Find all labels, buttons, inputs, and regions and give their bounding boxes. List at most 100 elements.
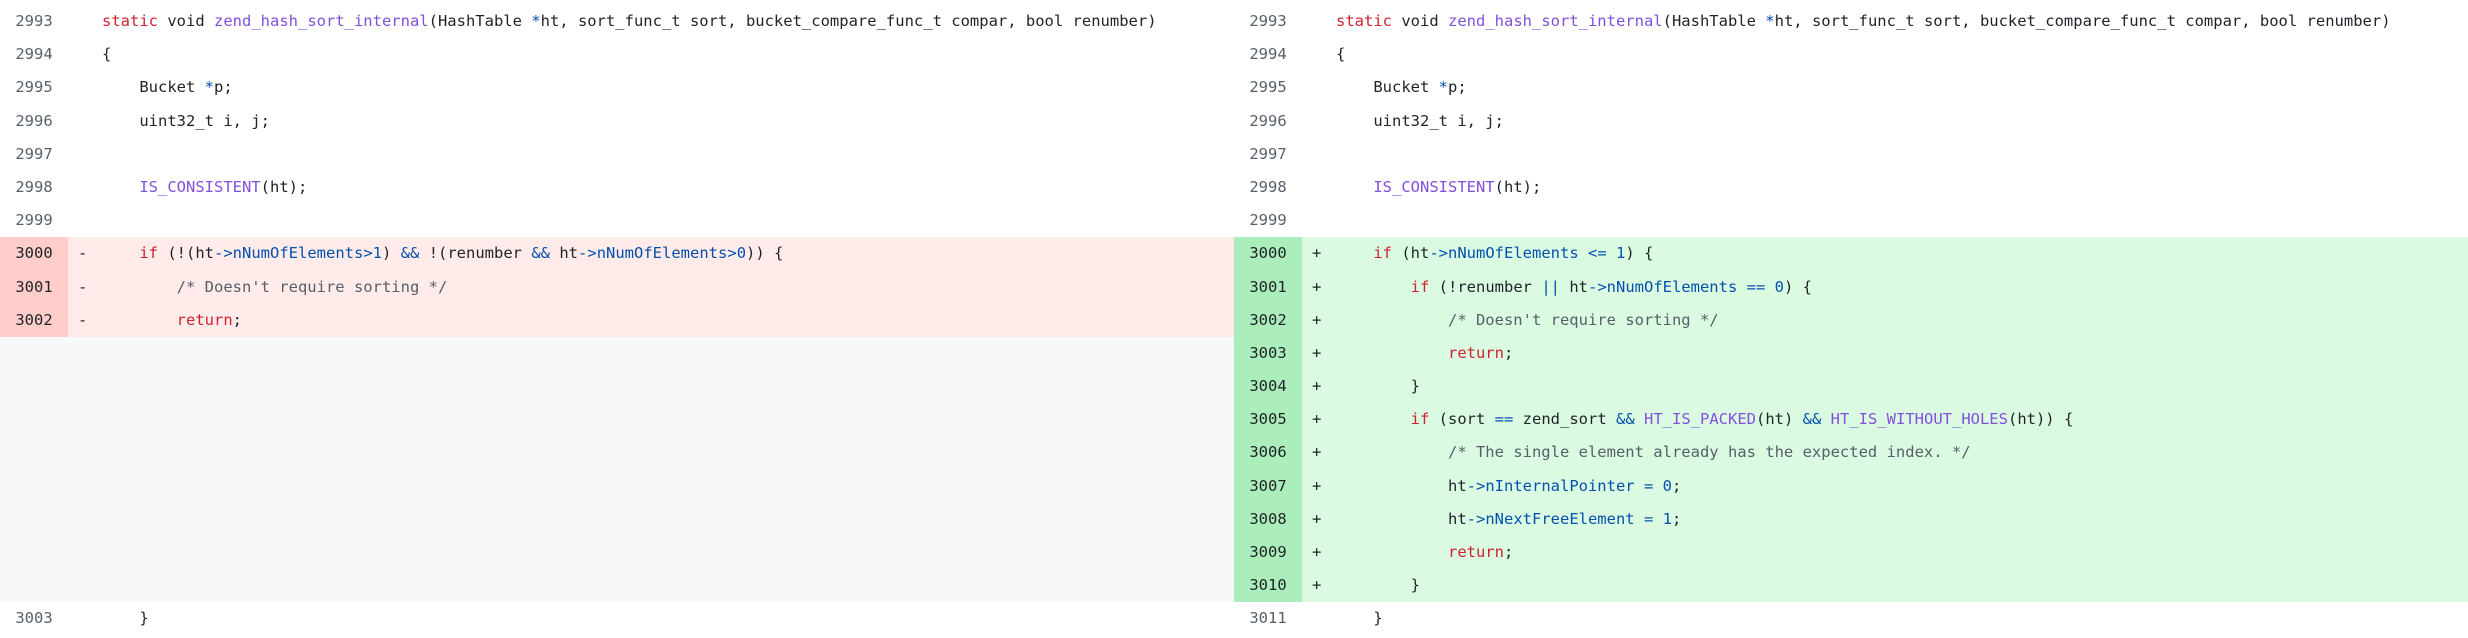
diff-marker bbox=[68, 105, 102, 138]
code-token: HT_IS_PACKED bbox=[1644, 410, 1756, 429]
code-token: } bbox=[1336, 609, 1383, 628]
code-token: -> bbox=[1466, 509, 1486, 528]
code-content bbox=[1336, 204, 2468, 237]
code-content bbox=[102, 436, 1234, 469]
diff-line: 2994 { bbox=[0, 38, 1234, 71]
code-token: ht, sort_func_t sort, bucket_compare_fun… bbox=[540, 12, 1157, 30]
line-number[interactable]: 2999 bbox=[0, 204, 68, 237]
line-number[interactable]: 2997 bbox=[0, 138, 68, 171]
line-number[interactable]: 3010 bbox=[1234, 569, 1302, 603]
line-number[interactable]: 2993 bbox=[0, 5, 68, 38]
line-number[interactable] bbox=[0, 469, 68, 503]
code-content: Bucket *p; bbox=[102, 71, 1234, 104]
line-number[interactable]: 2995 bbox=[1234, 71, 1302, 104]
line-number[interactable]: 2994 bbox=[0, 38, 68, 71]
code-token: } bbox=[102, 609, 149, 628]
diff-line: 3006 + /* The single element already has … bbox=[1234, 436, 2468, 470]
line-number[interactable]: 2995 bbox=[0, 71, 68, 104]
diff-marker: + bbox=[1312, 543, 1322, 561]
line-number[interactable]: 2996 bbox=[0, 105, 68, 138]
line-number[interactable]: 2996 bbox=[1234, 105, 1302, 138]
line-number[interactable]: 3002 bbox=[1234, 303, 1302, 337]
code-token: zend_hash_sort_internal bbox=[214, 12, 429, 30]
line-number[interactable]: 2998 bbox=[0, 171, 68, 204]
line-number[interactable]: 3006 bbox=[1234, 436, 1302, 470]
code-token: static bbox=[102, 12, 158, 30]
line-number[interactable] bbox=[0, 336, 68, 371]
line-number[interactable] bbox=[0, 370, 68, 404]
code-token: ; bbox=[1503, 343, 1514, 362]
line-number[interactable]: 2994 bbox=[1234, 38, 1302, 71]
line-number[interactable]: 3001 bbox=[1234, 270, 1302, 304]
diff-marker bbox=[68, 470, 102, 503]
code-content: uint32_t i, j; bbox=[1336, 105, 2468, 138]
line-number[interactable]: 2997 bbox=[1234, 138, 1302, 171]
code-token: zend_sort bbox=[1513, 410, 1616, 429]
code-token: return bbox=[1447, 543, 1504, 561]
code-token: Bucket bbox=[102, 78, 205, 97]
line-number[interactable] bbox=[0, 502, 68, 536]
diff-marker bbox=[1302, 38, 1336, 71]
code-token: && bbox=[531, 244, 551, 263]
code-token: = bbox=[1643, 476, 1654, 495]
line-number[interactable]: 3001 bbox=[0, 270, 68, 304]
line-number[interactable]: 3000 bbox=[1234, 237, 1302, 271]
code-token: ht bbox=[1336, 509, 1467, 528]
code-content bbox=[102, 569, 1234, 602]
line-number[interactable]: 3004 bbox=[1234, 370, 1302, 404]
diff-filler-row bbox=[0, 370, 1234, 404]
code-token: return bbox=[1447, 343, 1504, 362]
line-number[interactable]: 3011 bbox=[1234, 602, 1302, 635]
diff-line: 2999 bbox=[0, 204, 1234, 237]
code-content bbox=[1336, 138, 2468, 171]
line-number[interactable]: 3002 bbox=[0, 303, 68, 337]
diff-line: 2996 uint32_t i, j; bbox=[1234, 105, 2468, 138]
line-number[interactable] bbox=[0, 403, 68, 437]
diff-marker: + bbox=[1312, 509, 1322, 528]
code-content: if (!(ht->nNumOfElements>1) && !(renumbe… bbox=[102, 237, 1234, 270]
code-token: (ht); bbox=[1494, 177, 1542, 196]
line-number[interactable]: 3003 bbox=[0, 602, 68, 635]
code-token: && bbox=[1802, 410, 1822, 429]
code-token: nInternalPointer bbox=[1485, 476, 1635, 495]
diff-left-pane: 2993 static void zend_hash_sort_internal(… bbox=[0, 5, 1234, 638]
diff-filler-row bbox=[0, 403, 1234, 437]
line-number[interactable]: 3009 bbox=[1234, 536, 1302, 570]
line-number[interactable]: 3007 bbox=[1234, 469, 1302, 503]
code-content: } bbox=[1336, 569, 2468, 602]
line-number[interactable] bbox=[0, 569, 68, 603]
diff-marker bbox=[1302, 71, 1336, 104]
code-token: p; bbox=[214, 78, 233, 97]
code-content: { bbox=[1336, 38, 2468, 71]
line-number[interactable]: 3005 bbox=[1234, 403, 1302, 437]
code-token: && bbox=[400, 244, 420, 263]
code-content: } bbox=[1336, 370, 2468, 403]
diff-line: 3003 + return; bbox=[1234, 336, 2468, 371]
line-number[interactable]: 2998 bbox=[1234, 171, 1302, 204]
line-number[interactable]: 2999 bbox=[1234, 204, 1302, 237]
code-token: ; bbox=[1503, 543, 1514, 561]
code-token: * bbox=[204, 78, 214, 97]
line-number[interactable] bbox=[0, 536, 68, 570]
diff-filler-row bbox=[0, 536, 1234, 570]
code-token: (ht) bbox=[1755, 410, 1803, 429]
line-number[interactable]: 2993 bbox=[1234, 5, 1302, 38]
line-number[interactable]: 3008 bbox=[1234, 502, 1302, 536]
code-token: uint32_t i, j; bbox=[102, 111, 270, 130]
diff-marker bbox=[68, 5, 102, 38]
code-token: * bbox=[1438, 78, 1448, 97]
diff-marker: + bbox=[1312, 443, 1322, 462]
line-number[interactable] bbox=[0, 436, 68, 470]
diff-filler-row bbox=[0, 336, 1234, 371]
diff-marker bbox=[68, 71, 102, 104]
code-token: /* Doesn't require sorting */ bbox=[1447, 310, 1719, 329]
line-number[interactable]: 3000 bbox=[0, 237, 68, 271]
line-number[interactable]: 3003 bbox=[1234, 336, 1302, 371]
